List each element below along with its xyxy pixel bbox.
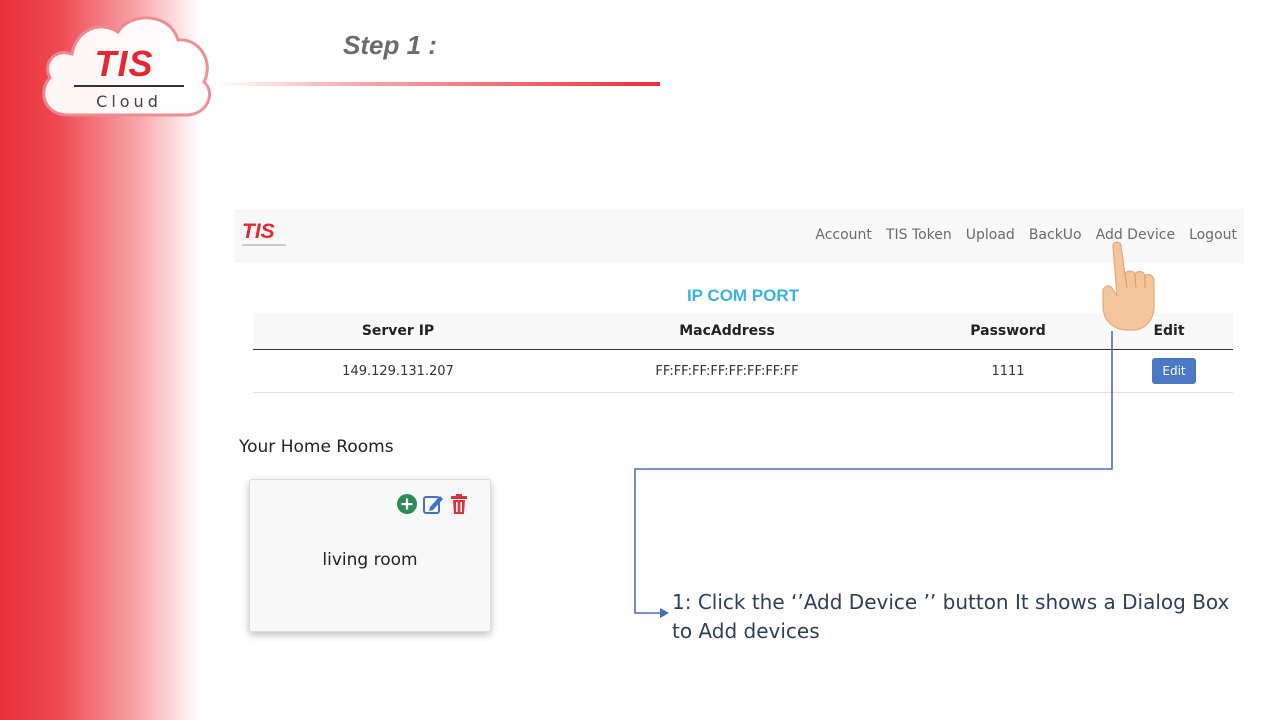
nav-link-backup[interactable]: BackUo <box>1029 227 1082 243</box>
ip-com-port-table: Server IP MacAddress Password Edit 149.1… <box>253 313 1233 393</box>
hand-pointer-icon <box>1102 241 1155 331</box>
column-header-password: Password <box>911 313 1105 350</box>
room-card[interactable]: living room <box>249 479 491 632</box>
step-title: Step 1 : <box>343 30 437 60</box>
table-header-row: Server IP MacAddress Password Edit <box>253 313 1233 350</box>
edit-icon[interactable] <box>422 493 444 515</box>
logo-divider <box>74 85 184 87</box>
instruction-text: 1: Click the ‘’Add Device ’’ button It s… <box>672 590 1230 643</box>
column-header-server-ip: Server IP <box>253 313 543 350</box>
logo-cloud-text: Cloud <box>96 92 162 111</box>
table-row: 149.129.131.207 FF:FF:FF:FF:FF:FF:FF:FF … <box>253 349 1233 393</box>
column-header-mac-address: MacAddress <box>543 313 911 350</box>
rooms-title: Your Home Rooms <box>239 437 394 457</box>
edit-button[interactable]: Edit <box>1152 358 1196 384</box>
cell-password: 1111 <box>911 349 1105 393</box>
app-brand-subline <box>242 244 286 246</box>
nav-link-account[interactable]: Account <box>815 227 872 243</box>
app-brand-logo[interactable]: TIS <box>242 220 290 248</box>
plus-circle-icon[interactable] <box>396 493 418 515</box>
nav-links: Account TIS Token Upload BackUo Add Devi… <box>801 227 1237 243</box>
table-title: IP COM PORT <box>686 286 800 305</box>
nav-link-tis-token[interactable]: TIS Token <box>886 227 952 243</box>
nav-link-upload[interactable]: Upload <box>966 227 1015 243</box>
tis-cloud-logo: TIS Cloud <box>38 10 213 120</box>
trash-icon[interactable] <box>448 493 470 515</box>
app-brand-text: TIS <box>242 220 275 243</box>
room-name: living room <box>322 550 418 570</box>
logo-tis-text: TIS <box>94 43 154 84</box>
app-navbar: TIS Account TIS Token Upload BackUo Add … <box>234 209 1244 263</box>
room-actions <box>396 493 470 515</box>
cell-server-ip: 149.129.131.207 <box>253 349 543 393</box>
cell-edit: Edit <box>1105 349 1233 393</box>
step-underline <box>215 82 660 86</box>
nav-link-logout[interactable]: Logout <box>1189 227 1237 243</box>
cell-mac-address: FF:FF:FF:FF:FF:FF:FF:FF <box>543 349 911 393</box>
